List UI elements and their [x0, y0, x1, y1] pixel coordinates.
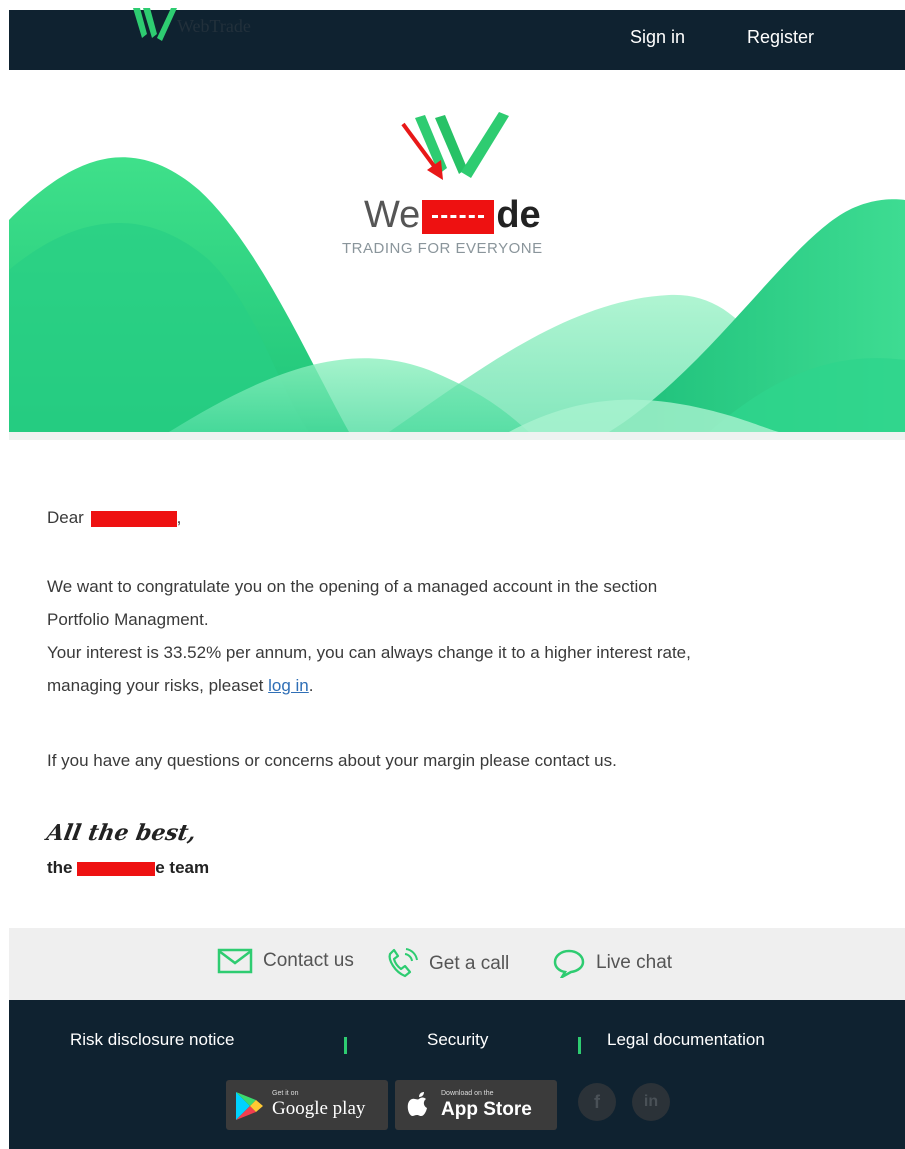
live-chat-button[interactable]: Live chat: [552, 948, 672, 978]
google-play-big-text: Google play: [272, 1098, 366, 1119]
para2-line2-prefix: managing your risks, pleaset: [47, 676, 264, 695]
separator-2: [578, 1037, 581, 1054]
signoff-script: All the best,: [44, 820, 199, 846]
top-navbar: WebTrade Sign in Register: [9, 8, 905, 70]
risk-disclosure-link[interactable]: Risk disclosure notice: [70, 1030, 234, 1050]
webtrade-logo-icon[interactable]: [131, 8, 177, 44]
linkedin-icon[interactable]: in: [632, 1083, 670, 1121]
chat-bubble-icon: [553, 949, 585, 978]
greeting: Dear ,: [47, 508, 181, 528]
brand-name: We de: [364, 194, 541, 237]
greeting-suffix: ,: [176, 508, 182, 527]
facebook-icon[interactable]: f: [578, 1083, 616, 1121]
legal-documentation-link[interactable]: Legal documentation: [607, 1030, 765, 1050]
para3: If you have any questions or concerns ab…: [47, 751, 617, 770]
envelope-icon: [217, 948, 253, 974]
phone-call-icon: [388, 948, 418, 978]
sign-in-link[interactable]: Sign in: [630, 27, 685, 48]
top-logo-text: WebTrade: [177, 16, 251, 36]
app-store-button[interactable]: Download on the App Store: [395, 1080, 557, 1130]
para1-line1: We want to congratulate you on the openi…: [47, 577, 658, 596]
register-link[interactable]: Register: [747, 27, 814, 48]
google-play-icon: [236, 1092, 263, 1120]
email-frame: WebTrade Sign in Register We de TRADING …: [9, 0, 905, 1149]
hero-banner: We de TRADING FOR EVERYONE: [9, 70, 905, 440]
team-redaction: [77, 861, 156, 876]
recipient-redaction: [90, 510, 177, 527]
get-a-call-button[interactable]: Get a call: [385, 948, 509, 980]
brand-prefix: We: [364, 194, 421, 236]
signoff-team: the e team: [47, 858, 209, 878]
google-play-small-text: Get it on: [272, 1090, 299, 1097]
login-link[interactable]: log in: [268, 676, 309, 695]
contact-us-label: Contact us: [263, 950, 354, 971]
signoff-team-prefix: the: [47, 858, 73, 877]
security-link[interactable]: Security: [427, 1030, 488, 1050]
separator-1: [344, 1037, 347, 1054]
app-store-big-text: App Store: [441, 1099, 532, 1120]
para2-line1: Your interest is 33.52% per annum, you c…: [47, 643, 691, 662]
redaction-box: [422, 199, 495, 234]
hero-bottom-band: [9, 432, 905, 440]
signoff-team-suffix: e team: [155, 858, 210, 877]
contact-bar: Contact us Get a call Live chat: [9, 928, 905, 1000]
footer: Risk disclosure notice Security Legal do…: [9, 1000, 905, 1149]
greeting-prefix: Dear: [47, 508, 84, 527]
contact-us-button[interactable]: Contact us: [217, 948, 354, 974]
para1-line2: Portfolio Managment.: [47, 610, 209, 629]
brand-suffix: de: [496, 194, 541, 236]
red-arrow-icon: [401, 122, 443, 180]
live-chat-label: Live chat: [596, 952, 673, 973]
para2-line2: managing your risks, pleaset log in.: [47, 676, 314, 696]
apple-icon: [407, 1092, 427, 1116]
get-a-call-label: Get a call: [429, 953, 510, 974]
google-play-button[interactable]: Get it on Google play: [226, 1080, 388, 1130]
app-store-small-text: Download on the: [441, 1090, 494, 1097]
tagline: TRADING FOR EVERYONE: [342, 240, 543, 257]
para2-line2-suffix: .: [308, 676, 314, 695]
